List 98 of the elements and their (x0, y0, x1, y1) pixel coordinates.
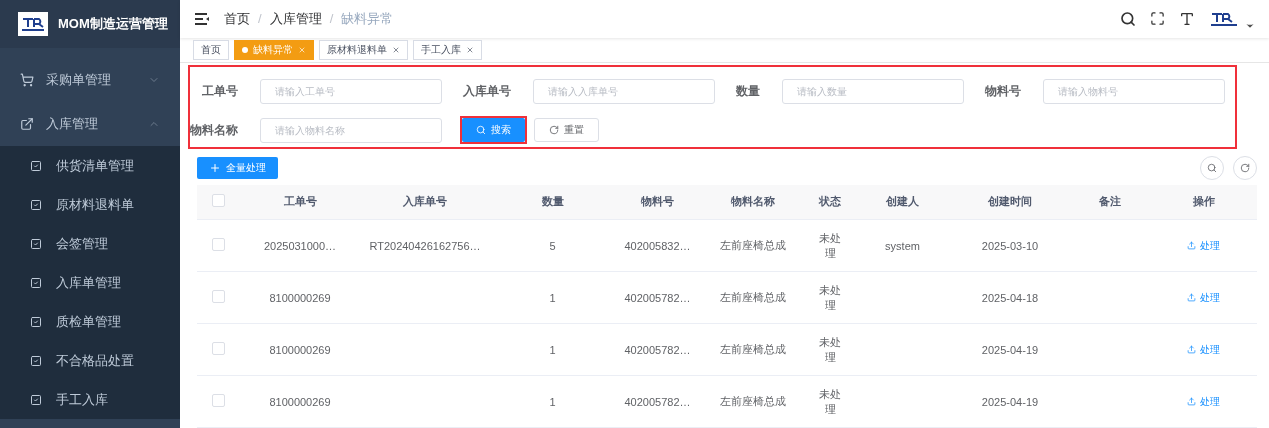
submenu-item[interactable]: 原材料退料单 (0, 185, 180, 224)
avatar-logo-icon[interactable] (1209, 10, 1239, 27)
table-cell: 1 (549, 395, 556, 408)
breadcrumb-item: 缺料异常 (341, 9, 394, 28)
upload-icon (1187, 345, 1196, 354)
field-label: 入库单号 (463, 82, 512, 100)
breadcrumb-item[interactable]: 首页 (224, 9, 250, 28)
checkbox-icon (30, 198, 42, 211)
table-cell: 左前座椅总成 (719, 343, 786, 355)
table-cell: 未处理 (819, 283, 841, 311)
table-cell: 8100000269 (269, 343, 331, 356)
search-icon (1207, 162, 1217, 173)
tab[interactable]: 首页 (193, 39, 229, 60)
row-checkbox[interactable] (212, 342, 225, 355)
row-checkbox[interactable] (212, 238, 225, 251)
table-cell: 未处理 (819, 231, 841, 259)
checkbox-icon (30, 237, 42, 250)
input-field[interactable]: 请输入物料名称 (259, 117, 442, 143)
menu-item[interactable]: 入库管理 (0, 102, 180, 146)
plus-icon (209, 161, 221, 174)
field-label: 物料号 (985, 82, 1022, 100)
field-label: 工单号 (202, 82, 238, 100)
table-cell: 402005782… (624, 395, 691, 408)
checkbox-icon (30, 315, 42, 328)
search-icon[interactable] (1120, 10, 1136, 27)
field-label: 物料名称 (190, 121, 238, 139)
column-header: 物料名称 (700, 184, 805, 220)
tab[interactable]: 手工入库 (413, 39, 482, 60)
column-header: 备注 (1070, 184, 1150, 220)
text-size-icon[interactable] (1179, 10, 1195, 27)
refresh-icon (549, 125, 560, 135)
row-checkbox[interactable] (212, 394, 225, 407)
table-cell: 402005832… (624, 239, 691, 252)
submenu-item[interactable]: 会签管理 (0, 224, 180, 263)
table-cell: 左前座椅总成 (719, 291, 786, 303)
submenu-item[interactable]: 不合格品处置 (0, 341, 180, 380)
table-cell: 402005782… (624, 291, 691, 304)
upload-icon (1187, 241, 1196, 250)
table-cell: 2025-03-10 (981, 239, 1039, 252)
active-dot-icon (242, 46, 248, 53)
column-header: 创建时间 (950, 184, 1070, 220)
checkbox-icon (30, 354, 42, 367)
cart-icon (20, 73, 34, 87)
table-cell: 2025-04-19 (981, 395, 1039, 408)
input-field[interactable]: 请输入物料号 (1042, 78, 1225, 104)
search-icon (476, 125, 487, 135)
refresh-icon (1240, 162, 1250, 173)
fullscreen-icon[interactable] (1150, 11, 1165, 27)
table-cell: 2025031000… (263, 239, 337, 252)
row-checkbox[interactable] (212, 290, 225, 303)
close-icon[interactable] (298, 45, 306, 54)
table-cell: 402005782… (624, 343, 691, 356)
upload-icon (1187, 397, 1196, 406)
table-cell: 2025-04-18 (981, 291, 1039, 304)
close-icon[interactable] (392, 45, 400, 54)
table-cell: 未处理 (819, 335, 841, 363)
column-header: 创建人 (855, 184, 950, 220)
column-header: 工单号 (240, 184, 360, 220)
column-header: 物料号 (615, 184, 700, 220)
table-cell: 2025-04-19 (981, 343, 1039, 356)
column-header: 入库单号 (360, 184, 490, 220)
table-cell: system (885, 239, 920, 252)
table-cell: 1 (549, 291, 556, 304)
submenu-item[interactable]: 质检单管理 (0, 302, 180, 341)
table-cell: 1 (549, 343, 556, 356)
breadcrumb-separator: / (258, 11, 262, 27)
select-all-checkbox[interactable] (212, 194, 225, 208)
checkbox-icon (30, 159, 42, 172)
search-toggle-button[interactable] (1200, 155, 1224, 180)
menu-icon[interactable] (194, 11, 210, 26)
close-icon[interactable] (466, 45, 474, 54)
external-link-icon (20, 117, 34, 131)
table-cell: 5 (549, 239, 556, 252)
refresh-button[interactable] (1233, 155, 1257, 180)
field-label: 数量 (736, 82, 761, 100)
submenu-item[interactable]: 入库单管理 (0, 263, 180, 302)
checkbox-icon (30, 393, 42, 406)
table-cell: 左前座椅总成 (719, 395, 786, 407)
submenu-item[interactable]: 供货清单管理 (0, 146, 180, 185)
tab[interactable]: 原材料退料单 (319, 39, 408, 60)
upload-icon (1187, 293, 1196, 302)
table-cell: RT20240426162756… (369, 239, 481, 252)
table-cell: 左前座椅总成 (719, 239, 786, 251)
breadcrumb-separator: / (329, 11, 334, 27)
checkbox-icon (30, 276, 42, 289)
app-title: MOM制造运营管理 (58, 15, 168, 33)
breadcrumb-item[interactable]: 入库管理 (269, 9, 322, 28)
submenu-item[interactable]: 手工入库 (0, 380, 180, 419)
table-cell: 未处理 (819, 387, 841, 415)
menu-item[interactable]: 采购单管理 (0, 58, 180, 102)
reset-button[interactable]: 重置 (534, 118, 600, 142)
input-field[interactable]: 请输入数量 (781, 78, 964, 104)
column-header: 数量 (490, 184, 615, 220)
table-cell: 8100000269 (269, 395, 331, 408)
logo-icon (18, 12, 48, 36)
column-header: 操作 (1150, 184, 1257, 220)
table-cell: 8100000269 (269, 291, 331, 304)
column-header: 状态 (805, 184, 855, 220)
